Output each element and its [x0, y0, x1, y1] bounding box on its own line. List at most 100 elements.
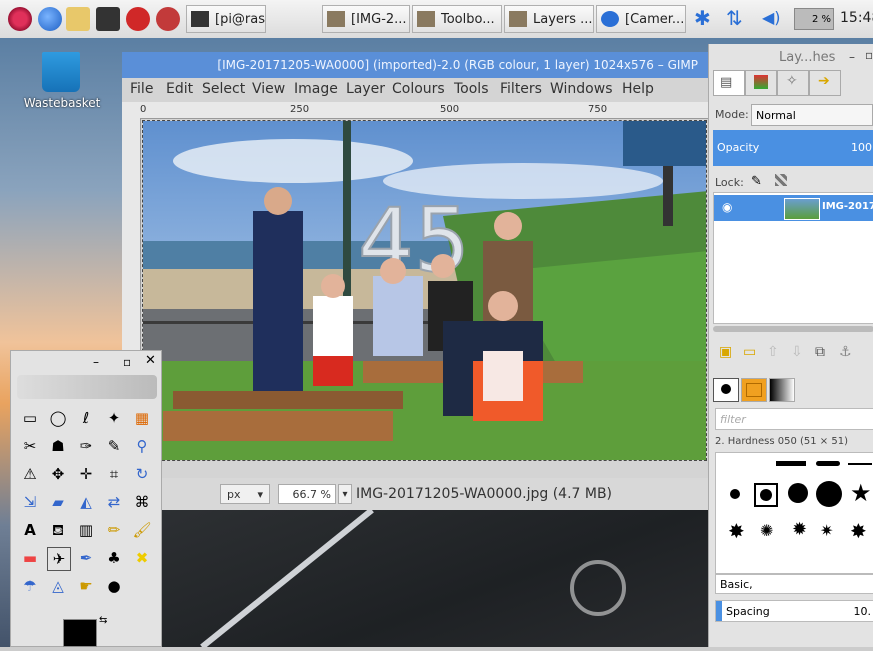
menu-select[interactable]: Select	[202, 81, 245, 97]
task-toolbox[interactable]: Toolbo...	[412, 5, 502, 33]
text-tool-icon[interactable]: A	[19, 519, 41, 541]
blend-tool-icon[interactable]: ▥	[75, 519, 97, 541]
brush-item[interactable]	[816, 481, 842, 507]
lock-alpha-icon[interactable]	[775, 174, 787, 186]
zoom-field[interactable]: 66.7 %	[278, 484, 336, 504]
menu-layer[interactable]: Layer	[346, 81, 385, 97]
brush-item[interactable]	[776, 461, 806, 466]
menu-tools[interactable]: Tools	[454, 81, 489, 97]
airbrush-tool-icon[interactable]: ✈	[47, 547, 71, 571]
network-icon[interactable]: ⇅	[726, 6, 743, 30]
heal-tool-icon[interactable]: ✖	[131, 547, 153, 569]
blur-tool-icon[interactable]: ◬	[47, 575, 69, 597]
opacity-slider[interactable]: Opacity 100	[713, 130, 873, 166]
mode-select[interactable]: Normal	[751, 104, 873, 126]
layer-group-icon[interactable]: ▭	[743, 344, 756, 360]
tab-gradients[interactable]	[769, 378, 795, 402]
tab-patterns[interactable]	[741, 378, 767, 402]
fuzzy-select-icon[interactable]: ✦	[103, 407, 125, 429]
unit-select[interactable]: px ▾	[220, 484, 270, 504]
task-layers[interactable]: Layers ...	[504, 5, 594, 33]
image-window-title[interactable]: [IMG-20171205-WA0000] (imported)-2.0 (RG…	[122, 52, 708, 78]
close-icon[interactable]: ✕	[145, 353, 156, 368]
image-canvas[interactable]: 45	[142, 120, 707, 461]
pencil-tool-icon[interactable]: ✏	[103, 519, 125, 541]
zoom-tool-icon[interactable]: ⚲	[131, 435, 153, 457]
foreground-color-swatch[interactable]	[63, 619, 97, 647]
scale-tool-icon[interactable]: ⇲	[19, 491, 41, 513]
eye-icon[interactable]: ◉	[722, 200, 732, 214]
rect-select-icon[interactable]: ▭	[19, 407, 41, 429]
shear-tool-icon[interactable]: ▰	[47, 491, 69, 513]
swap-colors-icon[interactable]: ⇆	[99, 615, 107, 626]
splatter-brush-icon[interactable]: ✸	[850, 519, 867, 543]
brush-filter-input[interactable]: filter	[715, 408, 873, 430]
brush-tag-input[interactable]: Basic,	[715, 574, 873, 594]
layer-row[interactable]: ◉ IMG-20171	[714, 195, 873, 221]
perspective-clone-icon[interactable]: ☂	[19, 575, 41, 597]
raspberry-menu-icon[interactable]	[8, 7, 32, 31]
raise-layer-icon[interactable]: ⇧	[767, 344, 779, 360]
cage-transform-icon[interactable]: ⌘	[131, 491, 153, 513]
minimize-icon[interactable]: –	[93, 355, 99, 369]
free-select-icon[interactable]: ℓ	[75, 407, 97, 429]
volume-icon[interactable]: ◀)	[762, 8, 781, 27]
brush-grid[interactable]: ★ ✸ ✺ ✹ ✷ ✸	[715, 452, 873, 574]
tab-channels[interactable]	[745, 70, 777, 96]
splatter-brush-icon[interactable]: ✹	[792, 519, 807, 540]
new-layer-icon[interactable]: ▣	[719, 344, 732, 360]
measure-tool-icon[interactable]: ⚠	[19, 463, 41, 485]
clock[interactable]: 15:48	[840, 10, 873, 26]
bluetooth-icon[interactable]: ✱	[694, 6, 711, 30]
paintbrush-tool-icon[interactable]: 🖌	[131, 519, 153, 541]
menu-image[interactable]: Image	[294, 81, 338, 97]
horizontal-scrollbar[interactable]	[713, 326, 873, 332]
brush-item[interactable]	[730, 489, 740, 499]
zoom-dropdown-button[interactable]: ▾	[338, 484, 352, 504]
scissors-select-icon[interactable]: ✂	[19, 435, 41, 457]
splatter-brush-icon[interactable]: ✷	[820, 521, 833, 540]
bucket-fill-icon[interactable]: ⛾	[47, 519, 69, 541]
star-brush-icon[interactable]: ★	[850, 479, 872, 507]
minimize-icon[interactable]: –	[849, 50, 855, 64]
wastebasket-icon[interactable]	[42, 52, 80, 92]
align-tool-icon[interactable]: ✛	[75, 463, 97, 485]
horizontal-ruler[interactable]: 0 250 500 750	[122, 102, 708, 119]
task-camera[interactable]: [Camer...	[596, 5, 686, 33]
dodge-burn-icon[interactable]: ●	[103, 575, 125, 597]
layer-name[interactable]: IMG-20171	[822, 201, 873, 212]
spacing-slider[interactable]: Spacing 10.	[715, 600, 873, 622]
menu-file[interactable]: File	[130, 81, 153, 97]
task-terminal[interactable]: [pi@ras...	[186, 5, 266, 33]
ink-tool-icon[interactable]: ✒	[75, 547, 97, 569]
menu-colours[interactable]: Colours	[392, 81, 445, 97]
brush-item[interactable]	[816, 461, 840, 466]
flip-tool-icon[interactable]: ⇄	[103, 491, 125, 513]
tab-brushes[interactable]	[713, 378, 739, 402]
mathematica-icon[interactable]	[126, 7, 150, 31]
menu-edit[interactable]: Edit	[166, 81, 193, 97]
lock-pixels-icon[interactable]: ✎	[751, 174, 762, 189]
maximize-icon[interactable]: ▫	[865, 48, 873, 62]
foreground-select-icon[interactable]: ☗	[47, 435, 69, 457]
tab-paths[interactable]: ✧	[777, 70, 809, 96]
file-manager-icon[interactable]	[66, 7, 90, 31]
rotate-tool-icon[interactable]: ↻	[131, 463, 153, 485]
menu-view[interactable]: View	[252, 81, 285, 97]
eraser-tool-icon[interactable]: ▬	[19, 547, 41, 569]
maximize-icon[interactable]: ▫	[123, 355, 131, 369]
wolfram-icon[interactable]	[156, 7, 180, 31]
ellipse-select-icon[interactable]: ◯	[47, 407, 69, 429]
menu-filters[interactable]: Filters	[500, 81, 542, 97]
smudge-tool-icon[interactable]: ☛	[75, 575, 97, 597]
anchor-layer-icon[interactable]: ⚓	[839, 344, 852, 360]
brush-item[interactable]	[788, 483, 808, 503]
duplicate-layer-icon[interactable]: ⧉	[815, 344, 825, 360]
menu-help[interactable]: Help	[622, 81, 654, 97]
crop-tool-icon[interactable]: ⌗	[103, 463, 125, 485]
tab-layers[interactable]: ▤	[713, 70, 745, 96]
paths-tool-icon[interactable]: ✑	[75, 435, 97, 457]
color-picker-icon[interactable]: ✎	[103, 435, 125, 457]
menu-windows[interactable]: Windows	[550, 81, 613, 97]
task-image-window[interactable]: [IMG-2...	[322, 5, 410, 33]
